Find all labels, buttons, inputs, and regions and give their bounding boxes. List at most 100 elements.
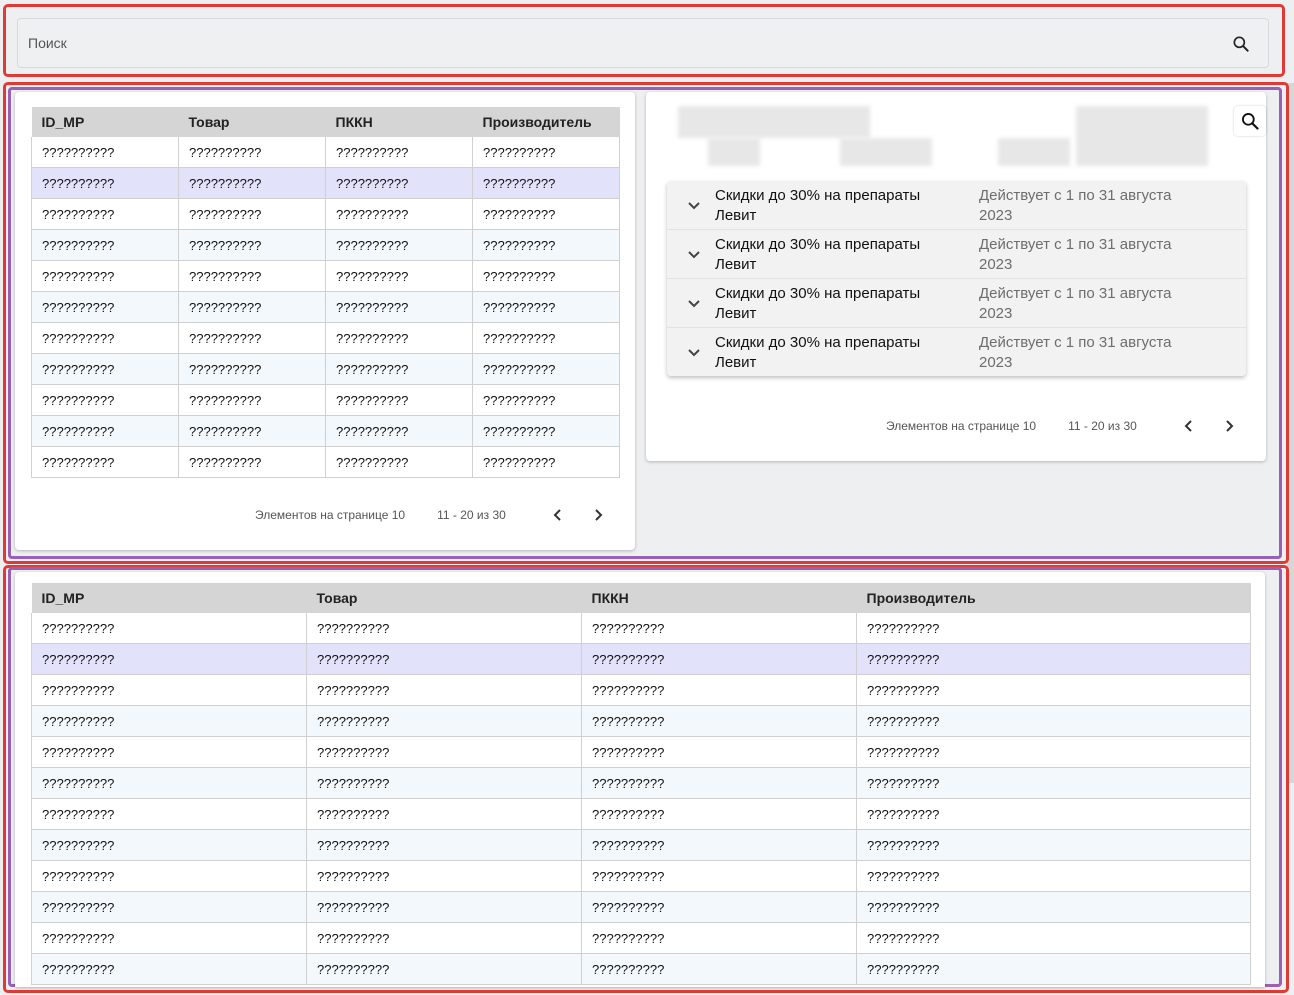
chevron-down-icon[interactable]	[687, 297, 701, 311]
table-cell: ??????????	[325, 291, 473, 323]
promotion-item[interactable]: Скидки до 30% на препараты Левит Действуе…	[667, 328, 1246, 376]
table-row[interactable]: ????????????????????????????????????????	[31, 322, 620, 354]
blurred-header	[708, 138, 760, 166]
chevron-left-icon[interactable]	[1177, 414, 1201, 438]
table-row[interactable]: ????????????????????????????????????????	[31, 291, 620, 323]
promotion-period: Действует с 1 по 31 августа 2023	[979, 187, 1172, 224]
table-cell: ??????????	[472, 291, 620, 323]
table-cell: ??????????	[581, 829, 857, 861]
table-cell: ??????????	[31, 260, 179, 292]
chevron-down-icon[interactable]	[687, 346, 701, 360]
column-header[interactable]: Товар	[306, 583, 582, 613]
table-cell: ??????????	[306, 736, 582, 768]
promotion-item[interactable]: Скидки до 30% на препараты Левит Действуе…	[667, 181, 1246, 230]
table-cell: ??????????	[856, 705, 1251, 737]
table-cell: ??????????	[178, 384, 326, 416]
promotions-card: Скидки до 30% на препараты Левит Действуе…	[646, 92, 1266, 461]
column-header[interactable]: Производитель	[856, 583, 1251, 613]
column-header[interactable]: ПККН	[581, 583, 857, 613]
table-row[interactable]: ????????????????????????????????????????	[31, 736, 1251, 768]
table-cell: ??????????	[581, 767, 857, 799]
table-row[interactable]: ????????????????????????????????????????	[31, 415, 620, 447]
table-cell: ??????????	[581, 613, 857, 644]
table-row[interactable]: ????????????????????????????????????????	[31, 446, 620, 478]
table-cell: ??????????	[581, 798, 857, 830]
table-header-row: ID_MP Товар ПККН Производитель	[31, 583, 1251, 613]
blurred-header	[678, 106, 870, 138]
table-row[interactable]: ????????????????????????????????????????	[31, 613, 1251, 644]
search-input[interactable]: Поиск	[17, 18, 1269, 68]
products-table: ID_MP Товар ПККН Производитель ????????????…	[31, 107, 620, 478]
table-row[interactable]: ????????????????????????????????????????	[31, 860, 1251, 892]
table-cell: ??????????	[856, 643, 1251, 675]
table-cell: ??????????	[856, 860, 1251, 892]
table-row[interactable]: ????????????????????????????????????????	[31, 384, 620, 416]
search-icon[interactable]	[1234, 106, 1266, 136]
table-cell: ??????????	[306, 891, 582, 923]
table-cell: ??????????	[856, 953, 1251, 985]
table-row[interactable]: ????????????????????????????????????????	[31, 705, 1251, 737]
table-cell: ??????????	[325, 137, 473, 168]
column-header[interactable]: ПККН	[325, 107, 473, 137]
table-cell: ??????????	[31, 860, 307, 892]
table-cell: ??????????	[856, 613, 1251, 644]
chevron-down-icon[interactable]	[687, 248, 701, 262]
table-cell: ??????????	[31, 353, 179, 385]
table-cell: ??????????	[31, 891, 307, 923]
table-row[interactable]: ????????????????????????????????????????	[31, 891, 1251, 923]
table-cell: ??????????	[581, 643, 857, 675]
table-row[interactable]: ????????????????????????????????????????	[31, 798, 1251, 830]
table-row[interactable]: ????????????????????????????????????????	[31, 137, 620, 168]
table-cell: ??????????	[31, 798, 307, 830]
table-cell: ??????????	[31, 829, 307, 861]
chevron-down-icon[interactable]	[687, 199, 701, 213]
table-row[interactable]: ????????????????????????????????????????	[31, 829, 1251, 861]
table-cell: ??????????	[472, 260, 620, 292]
column-header[interactable]: Производитель	[472, 107, 620, 137]
table-cell: ??????????	[306, 798, 582, 830]
table-row[interactable]: ????????????????????????????????????????	[31, 922, 1251, 954]
table-cell: ??????????	[306, 613, 582, 644]
chevron-right-icon[interactable]	[1217, 414, 1241, 438]
table-row[interactable]: ????????????????????????????????????????	[31, 643, 1251, 675]
promotion-item[interactable]: Скидки до 30% на препараты Левит Действуе…	[667, 279, 1246, 328]
table-row[interactable]: ????????????????????????????????????????	[31, 260, 620, 292]
promotion-item[interactable]: Скидки до 30% на препараты Левит Действуе…	[667, 230, 1246, 279]
promotions-accordion: Скидки до 30% на препараты Левит Действуе…	[667, 181, 1246, 376]
table-cell: ??????????	[31, 953, 307, 985]
table-cell: ??????????	[31, 415, 179, 447]
promotion-period: Действует с 1 по 31 августа 2023	[979, 236, 1172, 273]
column-header[interactable]: ID_MP	[31, 583, 307, 613]
table-cell: ??????????	[178, 260, 326, 292]
table-cell: ??????????	[31, 137, 179, 168]
table-cell: ??????????	[581, 953, 857, 985]
promotion-period: Действует с 1 по 31 августа 2023	[979, 285, 1172, 322]
table-cell: ??????????	[178, 198, 326, 230]
column-header[interactable]: Товар	[178, 107, 326, 137]
table-row[interactable]: ????????????????????????????????????????	[31, 767, 1251, 799]
table-cell: ??????????	[325, 384, 473, 416]
table-cell: ??????????	[325, 415, 473, 447]
search-section: Поиск	[3, 4, 1285, 77]
table-row[interactable]: ????????????????????????????????????????	[31, 674, 1251, 706]
column-header[interactable]: ID_MP	[31, 107, 179, 137]
table-cell: ??????????	[31, 705, 307, 737]
table-cell: ??????????	[31, 322, 179, 354]
table-cell: ??????????	[306, 767, 582, 799]
table-row[interactable]: ????????????????????????????????????????	[31, 167, 620, 199]
table-row[interactable]: ????????????????????????????????????????	[31, 953, 1251, 985]
table-cell: ??????????	[306, 860, 582, 892]
chevron-right-icon[interactable]	[586, 503, 610, 527]
table-row[interactable]: ????????????????????????????????????????	[31, 353, 620, 385]
table-cell: ??????????	[31, 643, 307, 675]
table-cell: ??????????	[581, 674, 857, 706]
table-cell: ??????????	[31, 767, 307, 799]
promotion-period: Действует с 1 по 31 августа 2023	[979, 334, 1172, 371]
search-icon[interactable]	[1231, 34, 1251, 54]
table-row[interactable]: ????????????????????????????????????????	[31, 229, 620, 261]
table-cell: ??????????	[325, 198, 473, 230]
chevron-left-icon[interactable]	[546, 503, 570, 527]
table-cell: ??????????	[31, 229, 179, 261]
table-row[interactable]: ????????????????????????????????????????	[31, 198, 620, 230]
blurred-header	[840, 138, 932, 166]
